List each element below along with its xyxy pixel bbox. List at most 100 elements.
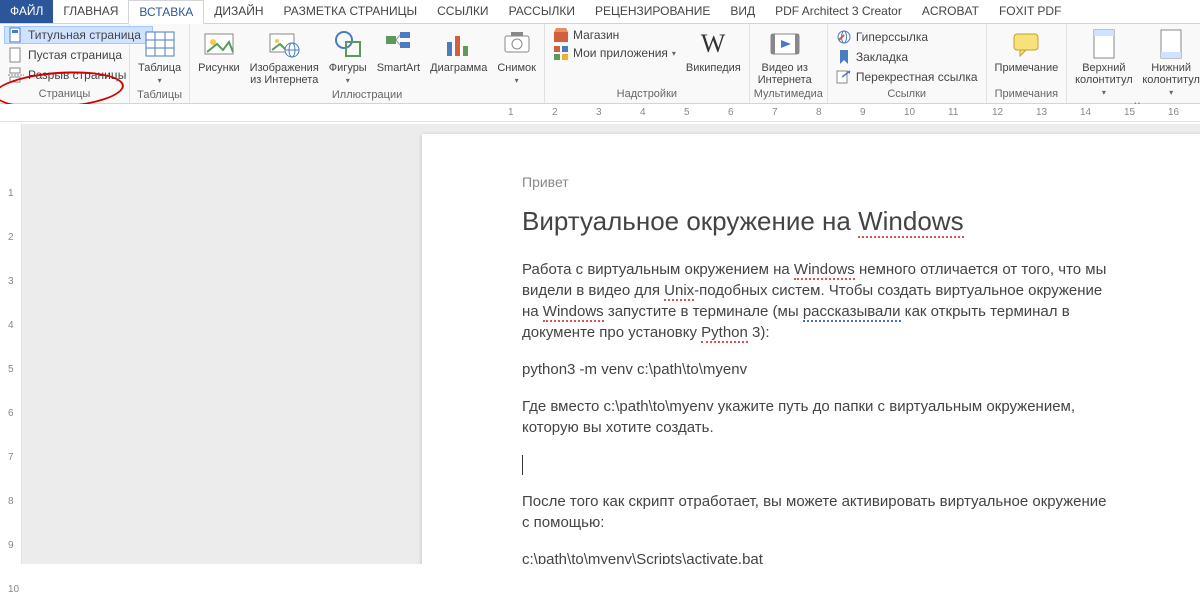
crossref-label: Перекрестная ссылка bbox=[856, 70, 978, 84]
ruler-mark: 14 bbox=[1080, 107, 1091, 118]
ruler-mark: 2 bbox=[8, 232, 14, 243]
table-icon bbox=[144, 28, 176, 60]
ruler-mark: 15 bbox=[1124, 107, 1135, 118]
ruler-mark: 10 bbox=[8, 584, 19, 595]
myapps-icon bbox=[553, 45, 569, 61]
group-media-label: Мультимедиа bbox=[754, 88, 823, 102]
screenshot-label: Снимок bbox=[497, 62, 536, 74]
pictures-icon bbox=[203, 28, 235, 60]
tab-pagelayout[interactable]: РАЗМЕТКА СТРАНИЦЫ bbox=[274, 0, 428, 23]
screenshot-button[interactable]: Снимок ▾ bbox=[493, 26, 540, 89]
online-pictures-label: Изображения из Интернета bbox=[250, 62, 319, 86]
ruler-mark: 4 bbox=[8, 320, 14, 331]
page-break-icon bbox=[8, 67, 24, 83]
tab-mailings[interactable]: РАССЫЛКИ bbox=[499, 0, 585, 23]
chevron-down-icon: ▾ bbox=[1169, 88, 1173, 97]
ribbon: Титульная страница ▾ Пустая страница Раз… bbox=[0, 24, 1200, 104]
tab-pdfarch[interactable]: PDF Architect 3 Creator bbox=[765, 0, 912, 23]
store-label: Магазин bbox=[573, 28, 619, 42]
tab-file[interactable]: ФАЙЛ bbox=[0, 0, 53, 23]
ruler-mark: 6 bbox=[728, 107, 734, 118]
page-break-button[interactable]: Разрыв страницы bbox=[4, 66, 130, 84]
pictures-label: Рисунки bbox=[198, 62, 240, 74]
bookmark-button[interactable]: Закладка bbox=[832, 48, 912, 66]
hyperlink-icon bbox=[836, 29, 852, 45]
smartart-button[interactable]: SmartArt bbox=[373, 26, 424, 76]
chevron-down-icon: ▾ bbox=[515, 76, 519, 85]
ruler-mark: 7 bbox=[772, 107, 778, 118]
doc-code: c:\path\to\myenv\Scripts\activate.bat bbox=[522, 549, 1116, 564]
group-links-label: Ссылки bbox=[832, 88, 982, 102]
shapes-icon bbox=[332, 28, 364, 60]
chart-label: Диаграмма bbox=[430, 62, 487, 74]
tab-references[interactable]: ССЫЛКИ bbox=[427, 0, 498, 23]
ruler-mark: 8 bbox=[816, 107, 822, 118]
blank-page-button[interactable]: Пустая страница bbox=[4, 46, 126, 64]
group-tables-label: Таблицы bbox=[134, 89, 185, 103]
page[interactable]: Привет Виртуальное окружение на Windows … bbox=[422, 134, 1200, 564]
shapes-button[interactable]: Фигуры ▾ bbox=[325, 26, 371, 89]
tab-acrobat[interactable]: ACROBAT bbox=[912, 0, 989, 23]
smartart-label: SmartArt bbox=[377, 62, 420, 74]
ruler-mark: 10 bbox=[904, 107, 915, 118]
ruler-mark: 3 bbox=[8, 276, 14, 287]
crossref-icon bbox=[836, 69, 852, 85]
header-label: Верхний колонтитул bbox=[1075, 62, 1133, 86]
ruler-vertical[interactable]: 12345678910 bbox=[4, 124, 22, 564]
crossref-button[interactable]: Перекрестная ссылка bbox=[832, 68, 982, 86]
doc-cursor-line bbox=[522, 454, 1116, 475]
doc-code: python3 -m venv c:\path\to\myenv bbox=[522, 359, 1116, 380]
ruler-horizontal[interactable]: 1234567891011121314151617 bbox=[0, 104, 1200, 122]
wikipedia-icon: W bbox=[697, 28, 729, 60]
cover-page-label: Титульная страница bbox=[28, 28, 141, 42]
store-button[interactable]: Магазин bbox=[549, 26, 680, 44]
pictures-button[interactable]: Рисунки bbox=[194, 26, 244, 76]
tab-foxit[interactable]: FOXIT PDF bbox=[989, 0, 1071, 23]
wikipedia-button[interactable]: W Википедия bbox=[682, 26, 745, 76]
group-illustrations: Рисунки Изображения из Интернета Фигуры ▾… bbox=[190, 24, 545, 103]
chevron-down-icon: ▾ bbox=[346, 76, 350, 85]
group-illustrations-label: Иллюстрации bbox=[194, 89, 540, 103]
tab-design[interactable]: ДИЗАЙН bbox=[204, 0, 273, 23]
online-video-button[interactable]: Видео из Интернета bbox=[754, 26, 816, 88]
ruler-mark: 11 bbox=[948, 107, 958, 118]
comment-icon bbox=[1010, 28, 1042, 60]
tab-insert[interactable]: ВСТАВКА bbox=[128, 0, 204, 24]
smartart-icon bbox=[382, 28, 414, 60]
document-area[interactable]: Привет Виртуальное окружение на Windows … bbox=[22, 124, 1200, 564]
myapps-button[interactable]: Мои приложения ▾ bbox=[549, 44, 680, 62]
group-addins: Магазин Мои приложения ▾ W Википедия Над… bbox=[545, 24, 750, 103]
hyperlink-button[interactable]: Гиперссылка bbox=[832, 28, 932, 46]
wikipedia-label: Википедия bbox=[686, 62, 741, 74]
tab-home[interactable]: ГЛАВНАЯ bbox=[53, 0, 128, 23]
ribbon-tabs: ФАЙЛ ГЛАВНАЯ ВСТАВКА ДИЗАЙН РАЗМЕТКА СТР… bbox=[0, 0, 1200, 24]
ruler-mark: 6 bbox=[8, 408, 14, 419]
doc-paragraph: После того как скрипт отработает, вы мож… bbox=[522, 491, 1116, 533]
group-tables: Таблица▾ Таблицы bbox=[130, 24, 190, 103]
header-button[interactable]: Верхний колонтитул ▾ bbox=[1071, 26, 1136, 101]
chart-button[interactable]: Диаграмма bbox=[426, 26, 491, 76]
group-comments-label: Примечания bbox=[991, 88, 1063, 102]
online-pictures-icon bbox=[268, 28, 300, 60]
online-video-icon bbox=[769, 28, 801, 60]
footer-icon bbox=[1155, 28, 1187, 60]
doc-title: Виртуальное окружение на Windows bbox=[522, 206, 1116, 237]
tab-view[interactable]: ВИД bbox=[720, 0, 765, 23]
online-video-label: Видео из Интернета bbox=[758, 62, 812, 86]
online-pictures-button[interactable]: Изображения из Интернета bbox=[246, 26, 323, 88]
ruler-mark: 13 bbox=[1036, 107, 1047, 118]
group-pages-label: Страницы bbox=[4, 88, 125, 102]
group-headerfooter: Верхний колонтитул ▾ Нижний колонтитул ▾… bbox=[1067, 24, 1200, 103]
group-media: Видео из Интернета Мультимедиа bbox=[750, 24, 828, 103]
table-button[interactable]: Таблица▾ bbox=[134, 26, 185, 89]
shapes-label: Фигуры bbox=[329, 62, 367, 74]
tab-review[interactable]: РЕЦЕНЗИРОВАНИЕ bbox=[585, 0, 720, 23]
doc-paragraph: Работа с виртуальным окружением на Windo… bbox=[522, 259, 1116, 343]
screenshot-icon bbox=[501, 28, 533, 60]
footer-label: Нижний колонтитул bbox=[1142, 62, 1200, 86]
bookmark-label: Закладка bbox=[856, 50, 908, 64]
ruler-mark: 4 bbox=[640, 107, 646, 118]
footer-button[interactable]: Нижний колонтитул ▾ bbox=[1138, 26, 1200, 101]
comment-button[interactable]: Примечание bbox=[991, 26, 1063, 76]
chevron-down-icon: ▾ bbox=[672, 49, 676, 58]
